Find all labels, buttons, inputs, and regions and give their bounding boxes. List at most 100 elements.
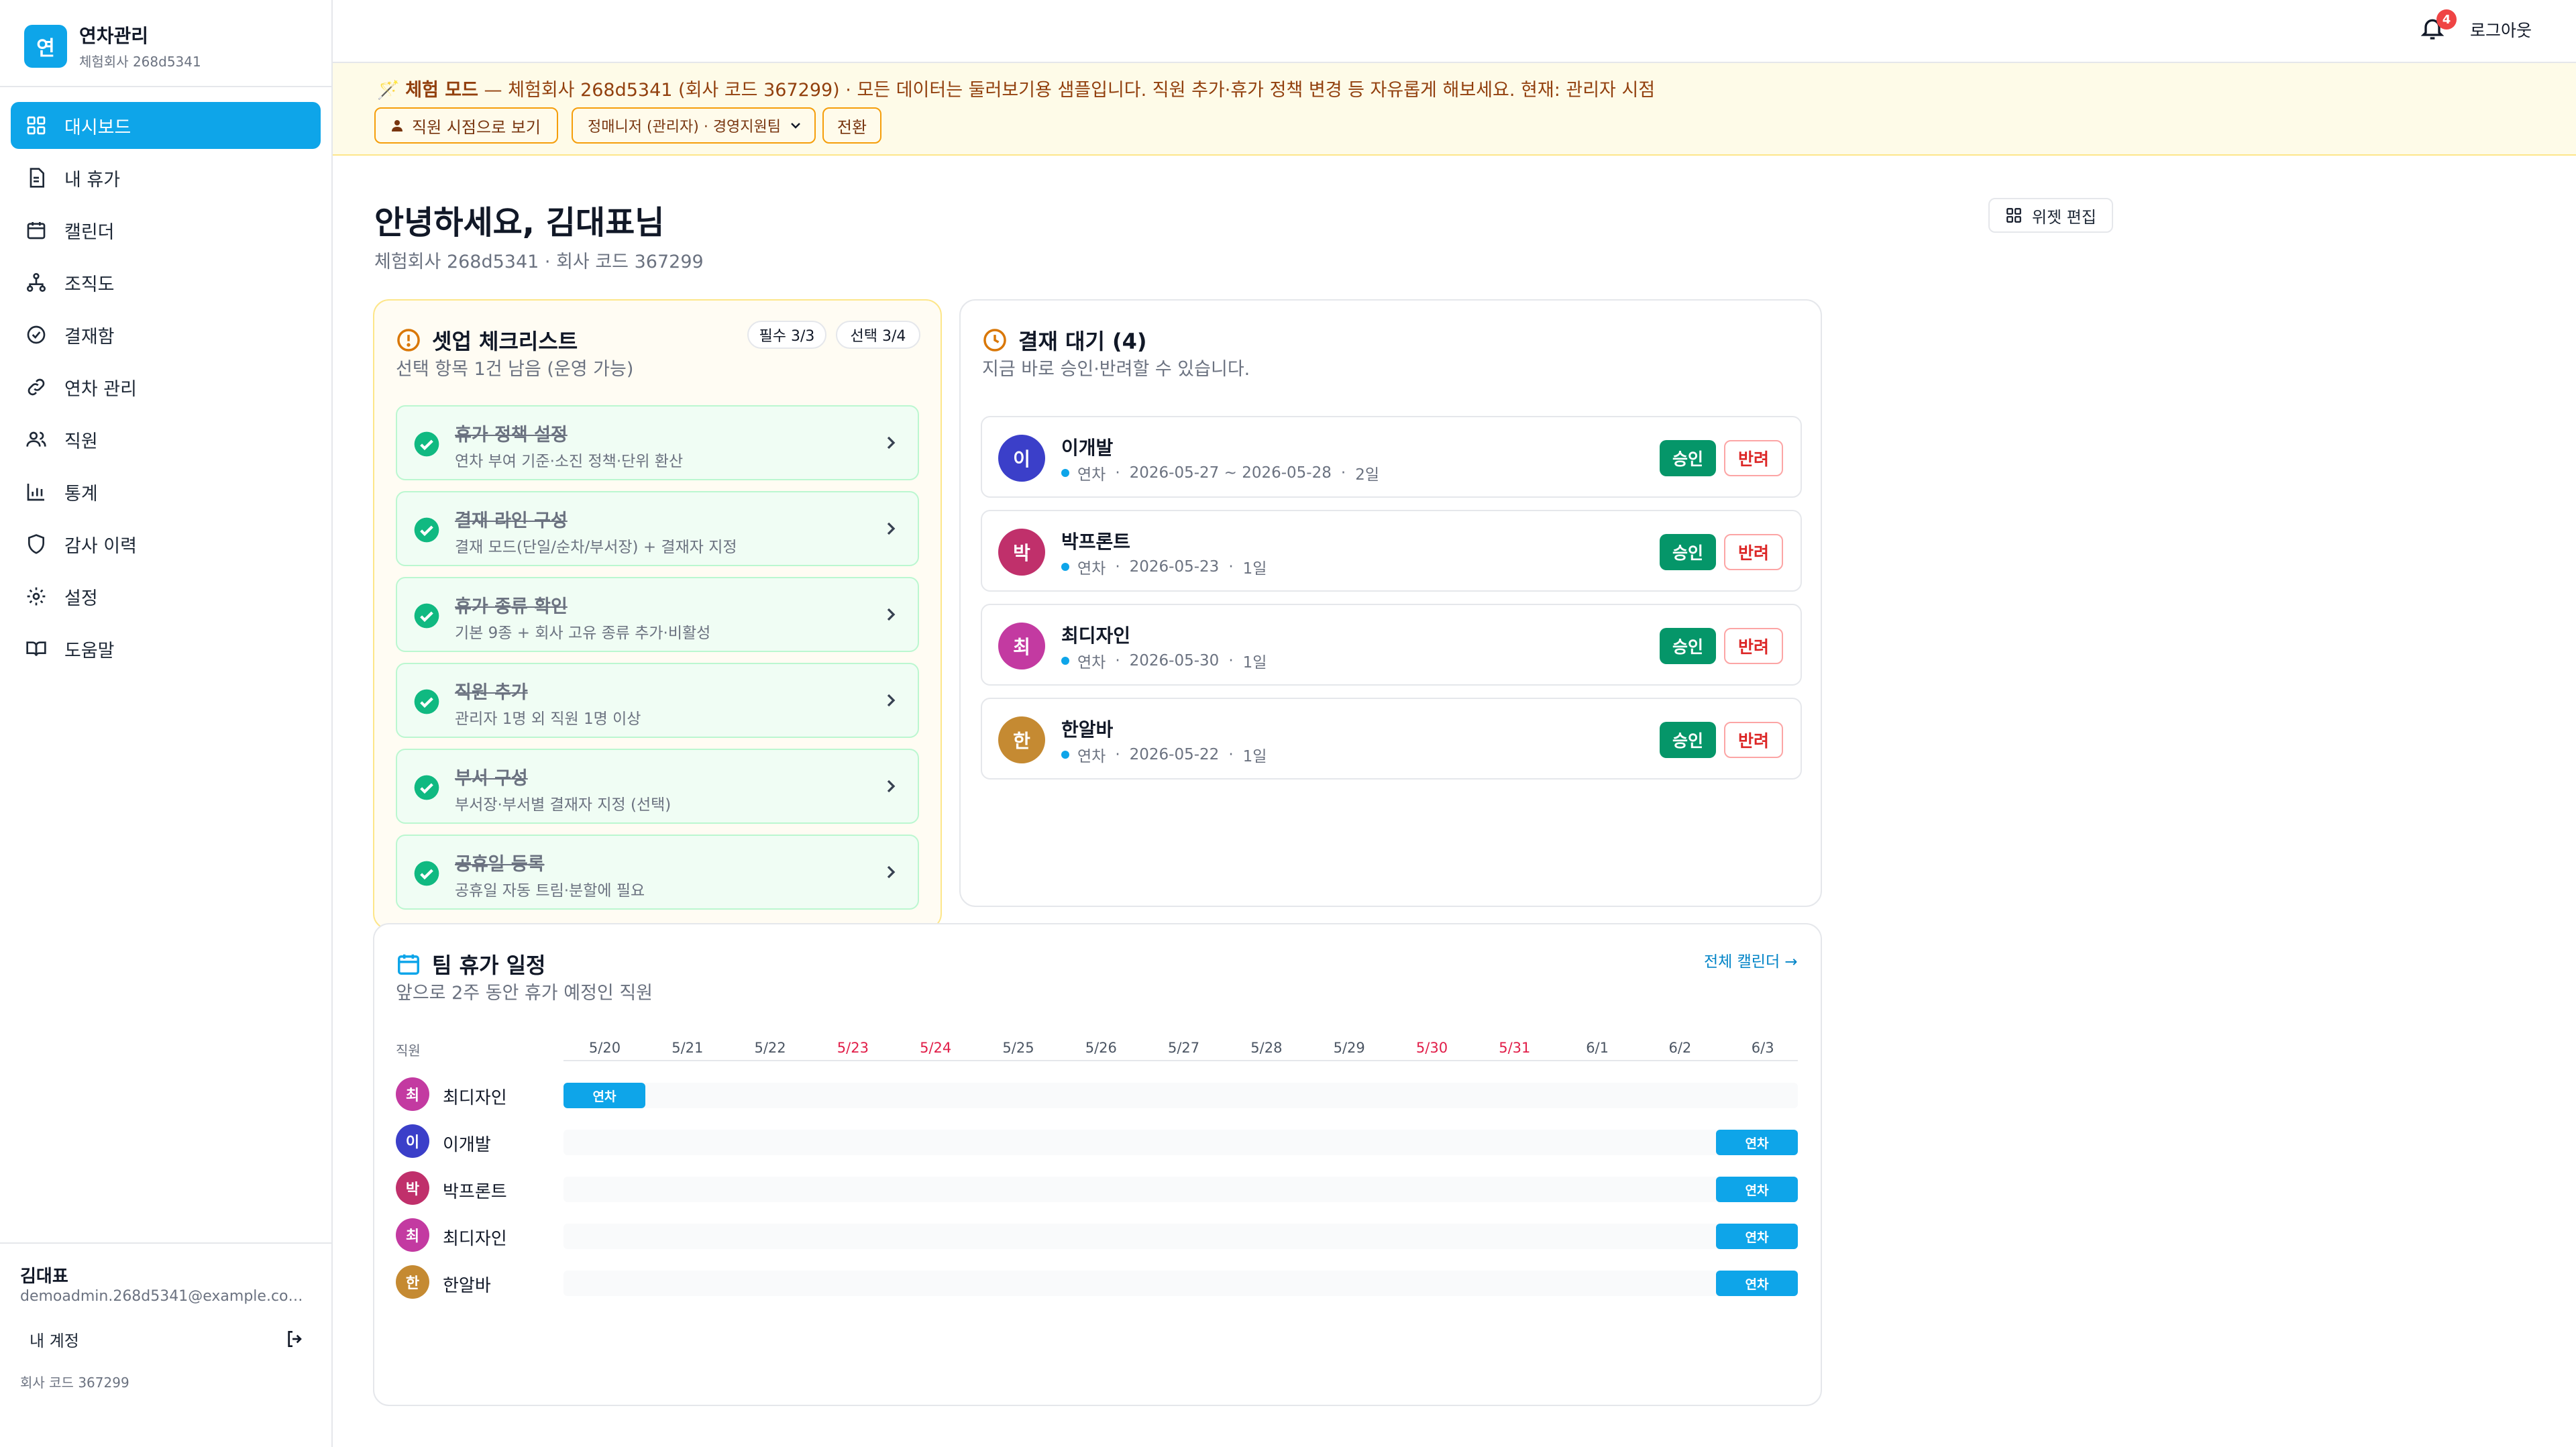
checklist-item-desc: 결재 모드(단일/순차/부서장) + 결재자 지정	[455, 539, 737, 556]
notification-button[interactable]: 4	[2419, 9, 2457, 44]
gantt-row[interactable]: 이 이개발 연차	[396, 1119, 1798, 1161]
grid-icon	[2006, 208, 2021, 223]
clock-icon	[983, 329, 1006, 352]
checklist-item-holidays[interactable]: 공휴일 등록 공휴일 자동 트림·분할에 필요	[396, 835, 919, 910]
approval-request-row[interactable]: 최 최디자인 연차 · 2026-05-30 · 1일 승인 반려	[981, 604, 1802, 686]
approval-subtitle: 지금 바로 승인·반려할 수 있습니다.	[982, 359, 1250, 380]
leave-period: 2026-05-30	[1129, 652, 1220, 669]
leave-bar[interactable]: 연차	[564, 1083, 645, 1108]
checklist-item-title: 부서 구성	[455, 768, 528, 789]
sidebar-item-dashboard[interactable]: 대시보드	[11, 102, 321, 149]
checklist-item-departments[interactable]: 부서 구성 부서장·부서별 결재자 지정 (선택)	[396, 749, 919, 824]
team-leave-card: 팀 휴가 일정 앞으로 2주 동안 휴가 예정인 직원 전체 캘린더 → 직원 …	[373, 923, 1822, 1406]
sidebar-item-org-chart[interactable]: 조직도	[11, 259, 321, 306]
sidebar-item-employees[interactable]: 직원	[11, 416, 321, 463]
checklist-item-desc: 공휴일 자동 트림·분할에 필요	[455, 882, 645, 900]
leave-period: 2026-05-22	[1129, 746, 1220, 763]
brand[interactable]: 연 연차관리 체험회사 268d5341	[24, 21, 201, 70]
gantt-row[interactable]: 한 한알바 연차	[396, 1260, 1798, 1301]
role-select-value: 정매니저 (관리자) · 경영지원팀	[588, 119, 782, 136]
sidebar-item-label: 대시보드	[64, 117, 131, 138]
date-column-header: 5/30	[1415, 1040, 1448, 1056]
date-column-header: 6/3	[1751, 1040, 1774, 1056]
sidebar-item-statistics[interactable]: 통계	[11, 468, 321, 515]
my-account-button[interactable]: 내 계정	[20, 1320, 315, 1358]
sidebar-item-settings[interactable]: 설정	[11, 573, 321, 620]
full-calendar-link[interactable]: 전체 캘린더 →	[1704, 949, 1798, 971]
approve-button[interactable]: 승인	[1660, 534, 1716, 570]
check-circle-icon	[414, 689, 439, 714]
date-column-header: 6/2	[1668, 1040, 1692, 1056]
reject-button[interactable]: 반려	[1724, 628, 1783, 664]
avatar: 최	[396, 1218, 429, 1252]
checklist-item-title: 공휴일 등록	[455, 854, 545, 875]
checklist-item-approval-line[interactable]: 결재 라인 구성 결재 모드(단일/순차/부서장) + 결재자 지정	[396, 491, 919, 566]
approval-request-row[interactable]: 한 한알바 연차 · 2026-05-22 · 1일 승인 반려	[981, 698, 1802, 780]
gantt-row[interactable]: 최 최디자인 연차	[396, 1072, 1798, 1114]
reject-button[interactable]: 반려	[1724, 722, 1783, 758]
checklist-item-title: 직원 추가	[455, 682, 528, 703]
sidebar-item-leave-management[interactable]: 연차 관리	[11, 364, 321, 411]
employee-column-header: 직원	[396, 1042, 421, 1059]
setup-subtitle: 선택 항목 1건 남음 (운영 가능)	[396, 359, 634, 380]
switch-button[interactable]: 전환	[822, 107, 881, 144]
dashboard-icon	[27, 116, 46, 135]
sidebar-item-help[interactable]: 도움말	[11, 625, 321, 672]
checklist-item-leave-policy[interactable]: 휴가 정책 설정 연차 부여 기준·소진 정책·단위 환산	[396, 405, 919, 480]
sidebar-item-my-leave[interactable]: 내 휴가	[11, 154, 321, 201]
date-column-header: 5/20	[588, 1040, 621, 1056]
brand-logo: 연	[24, 24, 67, 68]
reject-button[interactable]: 반려	[1724, 440, 1783, 476]
leave-bar[interactable]: 연차	[1716, 1271, 1798, 1296]
topbar: 4 로그아웃	[333, 0, 2576, 63]
approval-request-row[interactable]: 이 이개발 연차 · 2026-05-27 ~ 2026-05-28 · 2일 승인 반…	[981, 416, 1802, 498]
date-column-header: 5/28	[1250, 1040, 1283, 1056]
page-subtitle: 체험회사 268d5341 · 회사 코드 367299	[374, 252, 704, 272]
check-circle-icon	[414, 775, 439, 800]
logout-button[interactable]: 로그아웃	[2470, 17, 2532, 42]
optional-count-badge: 선택 3/4	[836, 321, 920, 349]
date-column-header: 5/23	[837, 1040, 869, 1056]
user-icon	[392, 120, 402, 131]
sign-out-icon[interactable]	[284, 1328, 306, 1350]
approve-button[interactable]: 승인	[1660, 722, 1716, 758]
avatar: 한	[998, 716, 1045, 763]
sidebar-item-approvals[interactable]: 결재함	[11, 311, 321, 358]
reject-button[interactable]: 반려	[1724, 534, 1783, 570]
sidebar-item-label: 결재함	[64, 326, 115, 347]
calendar-icon	[27, 222, 46, 239]
sidebar-item-calendar[interactable]: 캘린더	[11, 207, 321, 254]
approval-title: 결재 대기 (4)	[1018, 329, 1147, 354]
sidebar-nav: 대시보드 내 휴가 캘린더 조직도 결재함 연차 관리 직원 통계 감사 이력 …	[11, 102, 321, 678]
approve-button[interactable]: 승인	[1660, 628, 1716, 664]
company-code: 회사 코드 367299	[20, 1375, 129, 1391]
checklist-item-leave-types[interactable]: 휴가 종류 확인 기본 9종 + 회사 고유 종류 추가·비활성	[396, 577, 919, 652]
chevron-right-icon	[887, 865, 896, 879]
checklist-item-title: 휴가 정책 설정	[455, 425, 568, 445]
divider	[0, 1242, 331, 1244]
checklist-item-add-employees[interactable]: 직원 추가 관리자 1명 외 직원 1명 이상	[396, 663, 919, 738]
leave-bar[interactable]: 연차	[1716, 1177, 1798, 1202]
sidebar-item-audit-log[interactable]: 감사 이력	[11, 521, 321, 568]
check-circle-icon	[27, 325, 46, 344]
checklist-item-desc: 연차 부여 기준·소진 정책·단위 환산	[455, 453, 684, 470]
leave-period: 2026-05-23	[1129, 558, 1220, 576]
date-column-header: 5/27	[1168, 1040, 1200, 1056]
approve-button[interactable]: 승인	[1660, 440, 1716, 476]
check-circle-icon	[414, 431, 439, 457]
date-column-header: 5/26	[1085, 1040, 1117, 1056]
role-select[interactable]: 정매니저 (관리자) · 경영지원팀	[572, 107, 816, 144]
leave-bar[interactable]: 연차	[1716, 1224, 1798, 1249]
gantt-track: 연차	[564, 1130, 1798, 1155]
view-as-employee-button[interactable]: 직원 시점으로 보기	[374, 107, 558, 144]
widget-edit-button[interactable]: 위젯 편집	[1988, 198, 2113, 233]
gantt-row[interactable]: 박 박프론트 연차	[396, 1166, 1798, 1208]
leave-bar[interactable]: 연차	[1716, 1130, 1798, 1155]
approval-request-row[interactable]: 박 박프론트 연차 · 2026-05-23 · 1일 승인 반려	[981, 510, 1802, 592]
chevron-right-icon	[887, 608, 896, 621]
setup-checklist-card: 셋업 체크리스트 선택 항목 1건 남음 (운영 가능) 필수 3/3 선택 3…	[373, 299, 942, 930]
gantt-track: 연차	[564, 1271, 1798, 1296]
document-icon	[30, 168, 44, 188]
gantt-row[interactable]: 최 최디자인 연차	[396, 1213, 1798, 1254]
widget-edit-label: 위젯 편집	[2032, 207, 2096, 227]
